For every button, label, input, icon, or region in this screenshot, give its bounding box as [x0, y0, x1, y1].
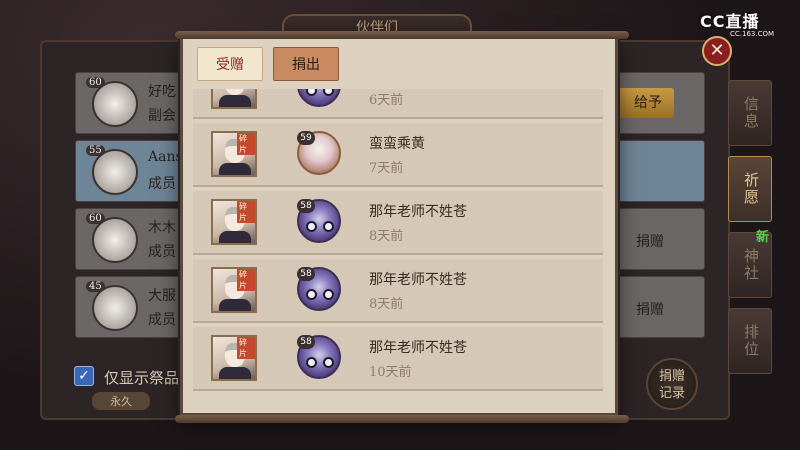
filter-checkbox[interactable]: ✓	[74, 366, 94, 386]
scroll-rod-top	[175, 31, 629, 39]
donor-level: 58	[297, 335, 315, 349]
scroll-rod-bottom	[175, 415, 629, 423]
duration-tag: 永久	[92, 392, 150, 410]
donor-level: 58	[297, 267, 315, 281]
donor-avatar: 59	[297, 131, 341, 175]
card-fragment-thumbnail	[211, 89, 257, 109]
side-tab-info[interactable]: 信息	[728, 80, 772, 146]
member-level: 60	[86, 213, 105, 224]
record-time: 8天前	[369, 229, 404, 244]
close-button[interactable]: ✕	[702, 36, 732, 66]
fragment-tag: 碎片	[237, 269, 255, 291]
record-row: 碎片 58 那年老师不姓苍 10天前	[193, 327, 603, 391]
donation-history-popup: 受赠 捐出 6天前 碎片 59 蛮蛮乘黄 7天前 碎片 58 那年老师不姓苍 8…	[175, 31, 629, 423]
record-button-line1: 捐赠	[658, 369, 685, 384]
watermark-sub: CC.163.COM	[730, 30, 775, 38]
member-level: 45	[86, 281, 105, 292]
tab-received[interactable]: 受赠	[197, 47, 263, 81]
fragment-tag: 碎片	[237, 133, 255, 155]
record-row: 6天前	[193, 89, 603, 119]
record-time: 7天前	[369, 161, 404, 176]
record-row: 碎片 58 那年老师不姓苍 8天前	[193, 191, 603, 255]
record-time: 8天前	[369, 297, 404, 312]
member-name: Aans	[148, 149, 183, 165]
member-role: 成员	[148, 312, 176, 328]
watermark-brand: CC直播	[700, 12, 760, 31]
donor-name: 蛮蛮乘黄	[369, 136, 425, 152]
fragment-tag: 碎片	[237, 201, 255, 223]
member-name: 大服	[148, 288, 176, 304]
donor-level: 58	[297, 199, 315, 213]
card-fragment-thumbnail: 碎片	[211, 335, 257, 381]
side-tab-rank[interactable]: 排位	[728, 308, 772, 374]
donor-avatar: 58	[297, 199, 341, 243]
tab-donated[interactable]: 捐出	[273, 47, 339, 81]
filter-label: 仅显示祭品	[104, 369, 180, 387]
member-role: 成员	[148, 176, 176, 192]
donor-avatar: 58	[297, 335, 341, 379]
donor-name: 那年老师不姓苍	[369, 340, 467, 356]
record-list[interactable]: 6天前 碎片 59 蛮蛮乘黄 7天前 碎片 58 那年老师不姓苍 8天前 碎片 …	[193, 89, 609, 407]
member-level: 55	[86, 145, 105, 156]
new-badge: 新	[756, 230, 770, 245]
fragment-tag: 碎片	[237, 337, 255, 359]
card-fragment-thumbnail: 碎片	[211, 131, 257, 177]
record-button-line2: 记录	[658, 386, 685, 401]
donor-level: 59	[297, 131, 315, 145]
donor-avatar	[297, 89, 341, 107]
member-name: 好吃	[148, 84, 176, 100]
card-fragment-thumbnail: 碎片	[211, 267, 257, 313]
donate-button[interactable]: 捐赠	[636, 231, 664, 251]
member-level: 60	[86, 77, 105, 88]
record-row: 碎片 59 蛮蛮乘黄 7天前	[193, 123, 603, 187]
member-role: 成员	[148, 244, 176, 260]
member-role: 副会	[148, 108, 176, 124]
donation-record-button[interactable]: 捐赠 记录	[646, 358, 698, 410]
record-time: 10天前	[369, 365, 412, 380]
card-fragment-thumbnail: 碎片	[211, 199, 257, 245]
record-row: 碎片 58 那年老师不姓苍 8天前	[193, 259, 603, 323]
donate-button[interactable]: 捐赠	[636, 299, 664, 319]
donor-name: 那年老师不姓苍	[369, 204, 467, 220]
side-tab-pray[interactable]: 祈愿	[728, 156, 772, 222]
donor-name: 那年老师不姓苍	[369, 272, 467, 288]
donor-avatar: 58	[297, 267, 341, 311]
record-time: 6天前	[369, 93, 404, 108]
member-name: 木木	[148, 220, 176, 236]
